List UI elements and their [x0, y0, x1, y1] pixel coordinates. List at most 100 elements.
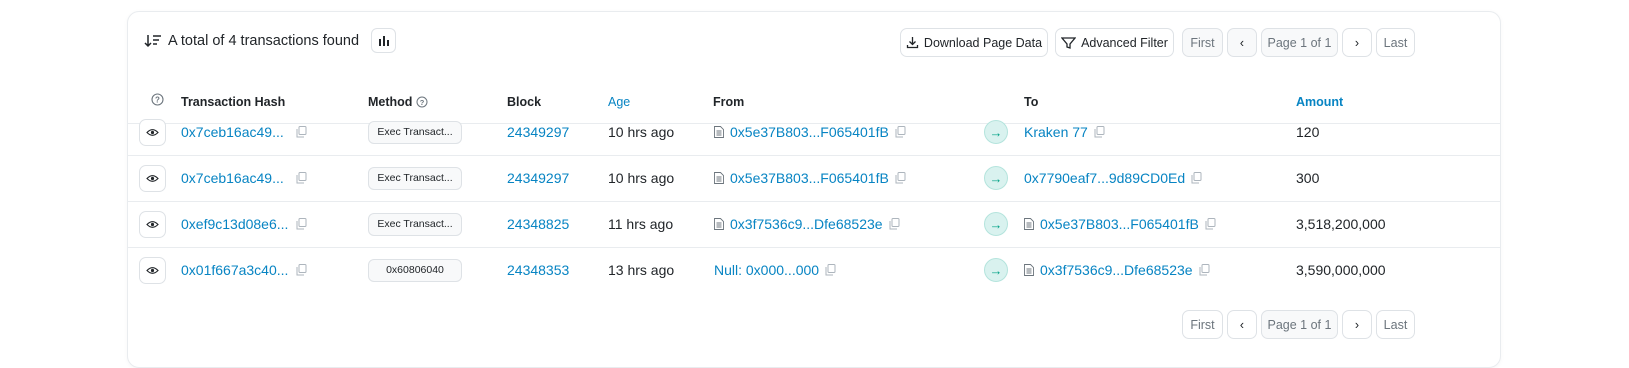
pager-next-button[interactable]: ›	[1342, 28, 1372, 57]
col-age-label: Age	[608, 95, 631, 109]
col-transaction-hash-label: Transaction Hash	[181, 95, 286, 109]
view-details-button[interactable]	[139, 118, 166, 146]
block-link[interactable]: 24348353	[507, 262, 569, 278]
view-details-button[interactable]	[139, 210, 166, 238]
view-details-button[interactable]	[139, 164, 166, 192]
block-link[interactable]: 24349297	[507, 124, 569, 140]
pager-page-info-label: Page 1 of 1	[1267, 317, 1332, 332]
col-method-label: Method	[368, 95, 413, 109]
amount-text: 3,590,000,000	[1296, 262, 1386, 278]
svg-text:?: ?	[155, 96, 160, 105]
download-page-data-button[interactable]: Download Page Data	[900, 28, 1048, 57]
from-address-link[interactable]: 0x5e37B803...F065401fB	[730, 170, 889, 186]
arrow-right-icon: →	[984, 212, 1008, 236]
summary-text: A total of 4 transactions found	[168, 33, 360, 49]
tx-hash-link[interactable]: 0x7ceb16ac49...	[181, 124, 284, 140]
svg-text:?: ?	[420, 98, 425, 107]
chevron-right-icon: ›	[1354, 317, 1360, 332]
method-badge: Exec Transact...	[368, 212, 462, 236]
pager-last-button[interactable]: Last	[1376, 310, 1415, 339]
method-badge: Exec Transact...	[368, 166, 462, 190]
copy-icon[interactable]	[1094, 126, 1105, 138]
contract-icon	[714, 172, 724, 184]
contract-icon	[714, 218, 724, 230]
eye-icon	[146, 220, 159, 228]
method-badge: Exec Transact...	[368, 120, 462, 144]
transactions-card: A total of 4 transactions found Download…	[127, 11, 1501, 368]
from-address-link[interactable]: Null: 0x000...000	[714, 262, 819, 278]
tx-hash-link[interactable]: 0x7ceb16ac49...	[181, 170, 284, 186]
pager-next-button[interactable]: ›	[1342, 310, 1372, 339]
download-label: Download Page Data	[923, 35, 1043, 50]
filter-label: Advanced Filter	[1081, 35, 1168, 50]
col-to-label: To	[1024, 95, 1039, 109]
amount-text: 300	[1296, 170, 1320, 186]
filter-icon	[1061, 36, 1077, 49]
copy-icon[interactable]	[889, 218, 900, 230]
col-from: From	[713, 95, 744, 109]
copy-icon[interactable]	[825, 264, 836, 276]
block-link[interactable]: 24349297	[507, 170, 569, 186]
tx-hash-link[interactable]: 0x01f667a3c40...	[181, 262, 288, 278]
pager-page-info: Page 1 of 1	[1261, 310, 1338, 339]
table-row: 0x7ceb16ac49... Exec Transact... 2434929…	[128, 154, 1500, 202]
col-transaction-hash: Transaction Hash	[181, 95, 285, 109]
table-row: 0xef9c13d08e6... Exec Transact... 243488…	[128, 200, 1500, 248]
pager-last-button[interactable]: Last	[1376, 28, 1415, 57]
block-link[interactable]: 24348825	[507, 216, 569, 232]
contract-icon	[1024, 218, 1034, 230]
pager-prev-button[interactable]: ‹	[1227, 28, 1257, 57]
pager-first-button[interactable]: First	[1182, 310, 1223, 339]
from-address-link[interactable]: 0x3f7536c9...Dfe68523e	[730, 216, 883, 232]
to-address-link[interactable]: Kraken 77	[1024, 124, 1088, 140]
col-age[interactable]: Age	[608, 95, 630, 109]
copy-icon[interactable]	[296, 218, 307, 230]
copy-icon[interactable]	[296, 264, 307, 276]
copy-icon[interactable]	[296, 126, 307, 138]
info-icon[interactable]: ?	[151, 93, 164, 106]
age-text: 10 hrs ago	[608, 170, 675, 186]
copy-icon[interactable]	[1191, 172, 1202, 184]
chevron-left-icon: ‹	[1239, 35, 1245, 50]
copy-icon[interactable]	[895, 172, 906, 184]
view-details-button[interactable]	[139, 256, 166, 284]
tx-hash-link[interactable]: 0xef9c13d08e6...	[181, 216, 288, 232]
copy-icon[interactable]	[895, 126, 906, 138]
chevron-left-icon: ‹	[1239, 317, 1245, 332]
advanced-filter-button[interactable]: Advanced Filter	[1055, 28, 1174, 57]
pager-first-button[interactable]: First	[1182, 28, 1223, 57]
col-amount-label: Amount	[1296, 95, 1344, 109]
from-address-link[interactable]: 0x5e37B803...F065401fB	[730, 124, 889, 140]
to-address-link[interactable]: 0x5e37B803...F065401fB	[1040, 216, 1199, 232]
col-from-label: From	[713, 95, 745, 109]
chart-toggle-button[interactable]	[371, 28, 396, 53]
age-text: 13 hrs ago	[608, 262, 675, 278]
pager-last-label: Last	[1383, 35, 1408, 50]
to-address-link[interactable]: 0x7790eaf7...9d89CD0Ed	[1024, 170, 1185, 186]
pager-prev-button[interactable]: ‹	[1227, 310, 1257, 339]
copy-icon[interactable]	[296, 172, 307, 184]
col-block-label: Block	[507, 95, 542, 109]
copy-icon[interactable]	[1205, 218, 1216, 230]
eye-icon	[146, 128, 159, 136]
pager-page-info: Page 1 of 1	[1261, 28, 1338, 57]
arrow-right-icon: →	[984, 120, 1008, 144]
help-icon[interactable]: ?	[416, 96, 428, 108]
col-amount[interactable]: Amount	[1296, 95, 1343, 109]
toolbar: A total of 4 transactions found Download…	[128, 12, 1500, 72]
download-icon	[906, 37, 919, 49]
sort-desc-icon	[144, 35, 161, 48]
amount-text: 120	[1296, 124, 1320, 140]
pager-page-info-label: Page 1 of 1	[1267, 35, 1332, 50]
col-method: Method ?	[368, 95, 428, 109]
table-row: 0x01f667a3c40... 0x60806040 24348353 13 …	[128, 246, 1500, 294]
to-address-link[interactable]: 0x3f7536c9...Dfe68523e	[1040, 262, 1193, 278]
amount-text: 3,518,200,000	[1296, 216, 1386, 232]
pager-first-label: First	[1190, 35, 1215, 50]
arrow-right-icon: →	[984, 166, 1008, 190]
bar-chart-icon	[378, 35, 389, 46]
pager-first-label: First	[1190, 317, 1215, 332]
copy-icon[interactable]	[1199, 264, 1210, 276]
eye-icon	[146, 266, 159, 274]
chevron-right-icon: ›	[1354, 35, 1360, 50]
